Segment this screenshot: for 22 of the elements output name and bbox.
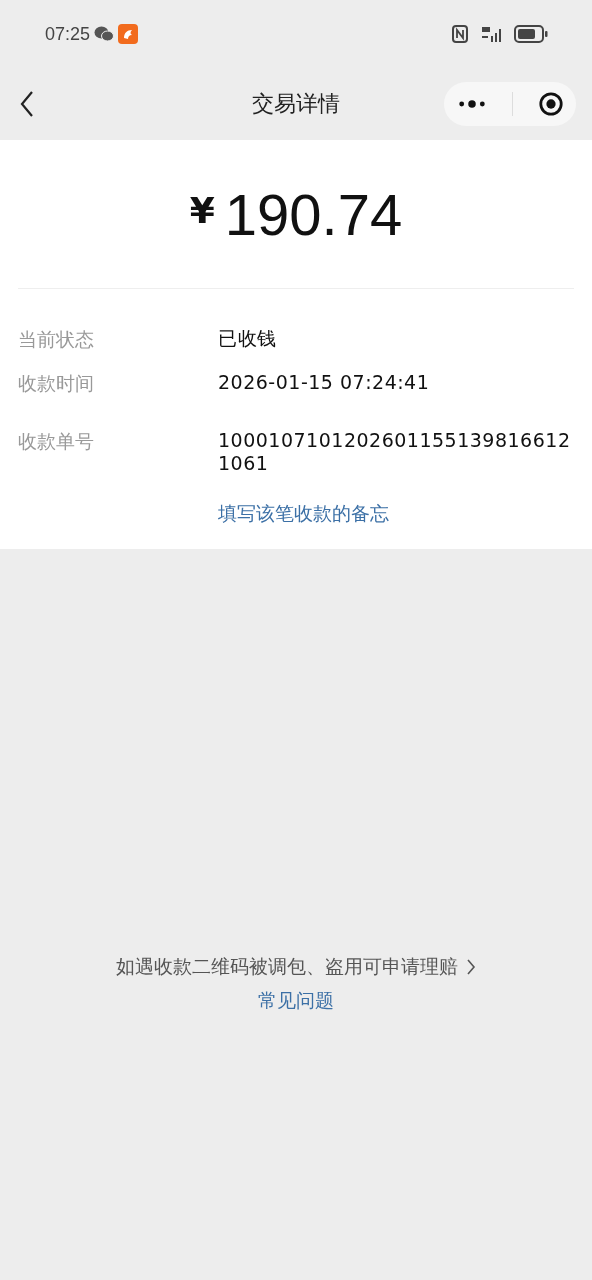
claim-link[interactable]: 如遇收款二维码被调包、盗用可申请理赔 [116, 953, 458, 980]
detail-label: 当前状态 [18, 327, 95, 352]
detail-label: 收款时间 [18, 371, 95, 396]
signal-icon [480, 25, 504, 43]
detail-value: 已收钱 [218, 327, 278, 350]
detail-value: 10001071012026011551398166121061 [218, 429, 572, 475]
battery-icon [514, 25, 548, 43]
chat-bubbles-icon [94, 26, 115, 42]
back-button[interactable] [20, 90, 36, 118]
faq-link[interactable]: 常见问题 [258, 987, 334, 1014]
chevron-right-icon [466, 957, 476, 976]
detail-value: 2026-01-15 07:24:41 [218, 371, 431, 394]
amount-value: 190.74 [224, 180, 403, 248]
currency-symbol: ¥ [189, 189, 215, 231]
nfc-icon [452, 25, 468, 43]
memo-link[interactable]: 填写该笔收款的备忘 [218, 501, 389, 524]
page-title: 交易详情 [252, 90, 340, 118]
detail-label: 收款单号 [18, 429, 95, 454]
more-button[interactable] [456, 98, 487, 110]
close-button[interactable] [537, 91, 564, 117]
app-icon [118, 24, 139, 44]
status-time: 07:25 [45, 23, 91, 45]
